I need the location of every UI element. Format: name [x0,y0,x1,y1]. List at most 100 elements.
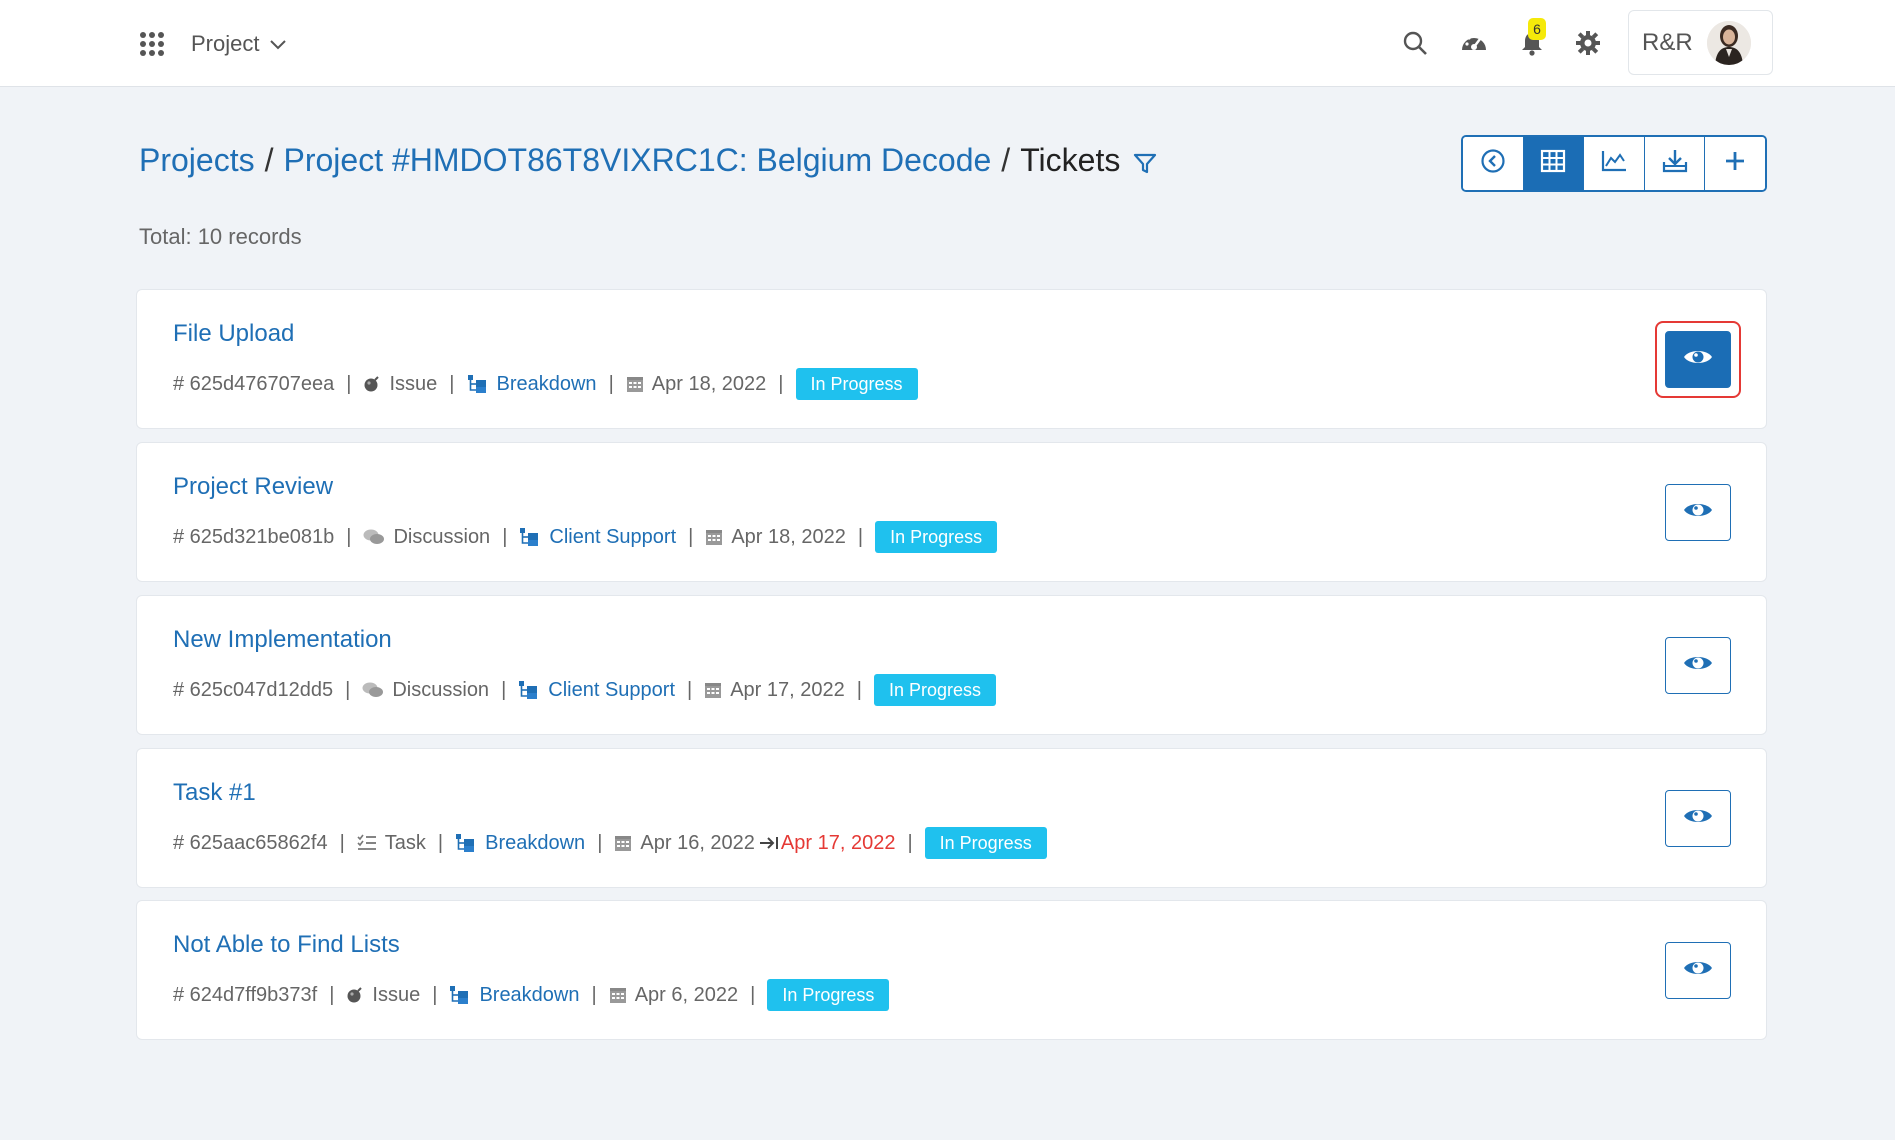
ticket-title-link[interactable]: Project Review [173,473,333,501]
meta-separator: | [502,525,508,548]
meta-separator: | [857,525,864,548]
search-icon[interactable] [1399,27,1431,59]
download-button[interactable] [1644,137,1706,190]
meta-separator: | [608,372,614,395]
meta-separator: | [856,678,862,701]
ticket-date: Apr 17, 2022 [730,678,845,701]
filter-icon[interactable] [1132,147,1158,174]
bomb-icon [363,375,381,393]
apps-grid-icon[interactable] [139,31,165,57]
view-ticket-button[interactable] [1665,942,1731,999]
sitemap-icon [518,680,540,700]
ticket-type: Issue [389,372,438,395]
plus-icon [1724,150,1746,177]
calendar-icon [705,528,723,546]
ticket-id: # 624d7ff9b373f [173,983,318,1006]
page-title: Tickets [1020,141,1121,178]
ticket-type: Task [384,831,426,854]
dashboard-gauge-icon[interactable] [1458,27,1490,59]
user-initials: R&R [1642,28,1693,56]
meta-separator: | [449,372,455,395]
add-ticket-button[interactable] [1705,137,1765,190]
meta-separator: | [432,983,438,1006]
eye-icon [1683,347,1713,372]
ticket-id: # 625d321be081b [173,525,335,548]
ticket-category-link[interactable]: Client Support [549,526,676,549]
sitemap-icon [519,527,541,547]
eye-icon [1683,653,1713,678]
ticket-title-link[interactable]: Not Able to Find Lists [173,931,400,959]
gear-icon[interactable] [1572,27,1604,59]
ticket-date: Apr 6, 2022 [634,983,739,1006]
ticket-id: # 625c047d12dd5 [173,678,334,701]
ticket-type: Discussion [392,678,490,701]
breadcrumb-separator: / [264,141,274,178]
breadcrumb-projects-link[interactable]: Projects [139,142,255,179]
ticket-meta: # 625d476707eea | Issue | Breakdown | Ap… [173,368,918,400]
top-navbar: Project 6 R&R [0,0,1895,87]
task-list-icon [357,834,377,852]
bomb-icon [346,986,364,1004]
area-chart-icon [1600,149,1628,178]
comments-icon [362,681,384,699]
calendar-icon [609,986,627,1004]
ticket-category-link[interactable]: Breakdown [479,984,579,1007]
ticket-card: Project Review # 625d321be081b | Discuss… [136,442,1767,582]
ticket-title-link[interactable]: Task #1 [173,779,256,807]
ticket-title-link[interactable]: New Implementation [173,626,392,654]
status-badge: In Progress [875,521,998,553]
ticket-meta: # 625aac65862f4 | Task | Breakdown | Apr… [173,827,1047,859]
view-ticket-button[interactable] [1665,637,1731,694]
meta-separator: | [907,831,913,854]
ticket-date: Apr 18, 2022 [731,525,846,548]
table-view-button[interactable] [1523,137,1585,190]
sitemap-icon [467,374,489,394]
calendar-icon [614,834,632,852]
meta-separator: | [346,525,352,548]
view-ticket-button[interactable] [1665,331,1731,388]
meta-separator: | [501,678,507,701]
meta-separator: | [437,831,444,854]
ticket-card: Not Able to Find Lists # 624d7ff9b373f |… [136,900,1767,1040]
eye-icon [1683,806,1713,831]
ticket-category-link[interactable]: Breakdown [485,832,585,855]
chevron-down-icon [269,31,287,57]
meta-separator: | [778,372,784,395]
eye-icon [1683,500,1713,525]
ticket-category-link[interactable]: Client Support [548,679,675,702]
arrow-to-right-icon [759,835,779,851]
breadcrumb-separator: / [1001,141,1011,178]
meta-separator: | [688,525,694,548]
breadcrumb-project-link[interactable]: Project #HMDOT86T8VIXRC1C: Belgium Decod… [283,142,991,179]
status-badge: In Progress [767,979,890,1011]
download-tray-icon [1661,148,1689,179]
ticket-meta: # 625c047d12dd5 | Discussion | Client Su… [173,674,996,706]
ticket-card: Task #1 # 625aac65862f4 | Task | Breakdo… [136,748,1767,888]
chart-view-button[interactable] [1584,137,1645,190]
ticket-meta: # 625d321be081b | Discussion | Client Su… [173,521,998,553]
project-dropdown[interactable]: Project [191,28,287,60]
ticket-type: Issue [372,983,421,1006]
status-badge: In Progress [873,674,996,706]
breadcrumb: Projects / Project #HMDOT86T8VIXRC1C: Be… [139,138,1158,182]
status-badge: In Progress [795,368,918,400]
meta-separator: | [346,372,352,395]
ticket-date: Apr 16, 2022 [640,831,755,854]
ticket-title-link[interactable]: File Upload [173,320,294,348]
comments-icon [363,528,385,546]
view-ticket-button[interactable] [1665,484,1731,541]
eye-icon [1683,958,1713,983]
ticket-category-link[interactable]: Breakdown [497,373,597,396]
ticket-meta: # 624d7ff9b373f | Issue | Breakdown | Ap… [173,979,890,1011]
meta-separator: | [591,983,597,1006]
user-menu[interactable]: R&R [1628,10,1773,75]
ticket-id: # 625d476707eea [173,372,335,395]
sitemap-icon [449,985,471,1005]
back-button[interactable] [1463,137,1524,190]
status-badge: In Progress [924,827,1047,859]
table-grid-icon [1540,149,1566,178]
avatar [1706,20,1751,65]
view-ticket-button[interactable] [1665,790,1731,847]
meta-separator: | [345,678,351,701]
calendar-icon [626,375,644,393]
